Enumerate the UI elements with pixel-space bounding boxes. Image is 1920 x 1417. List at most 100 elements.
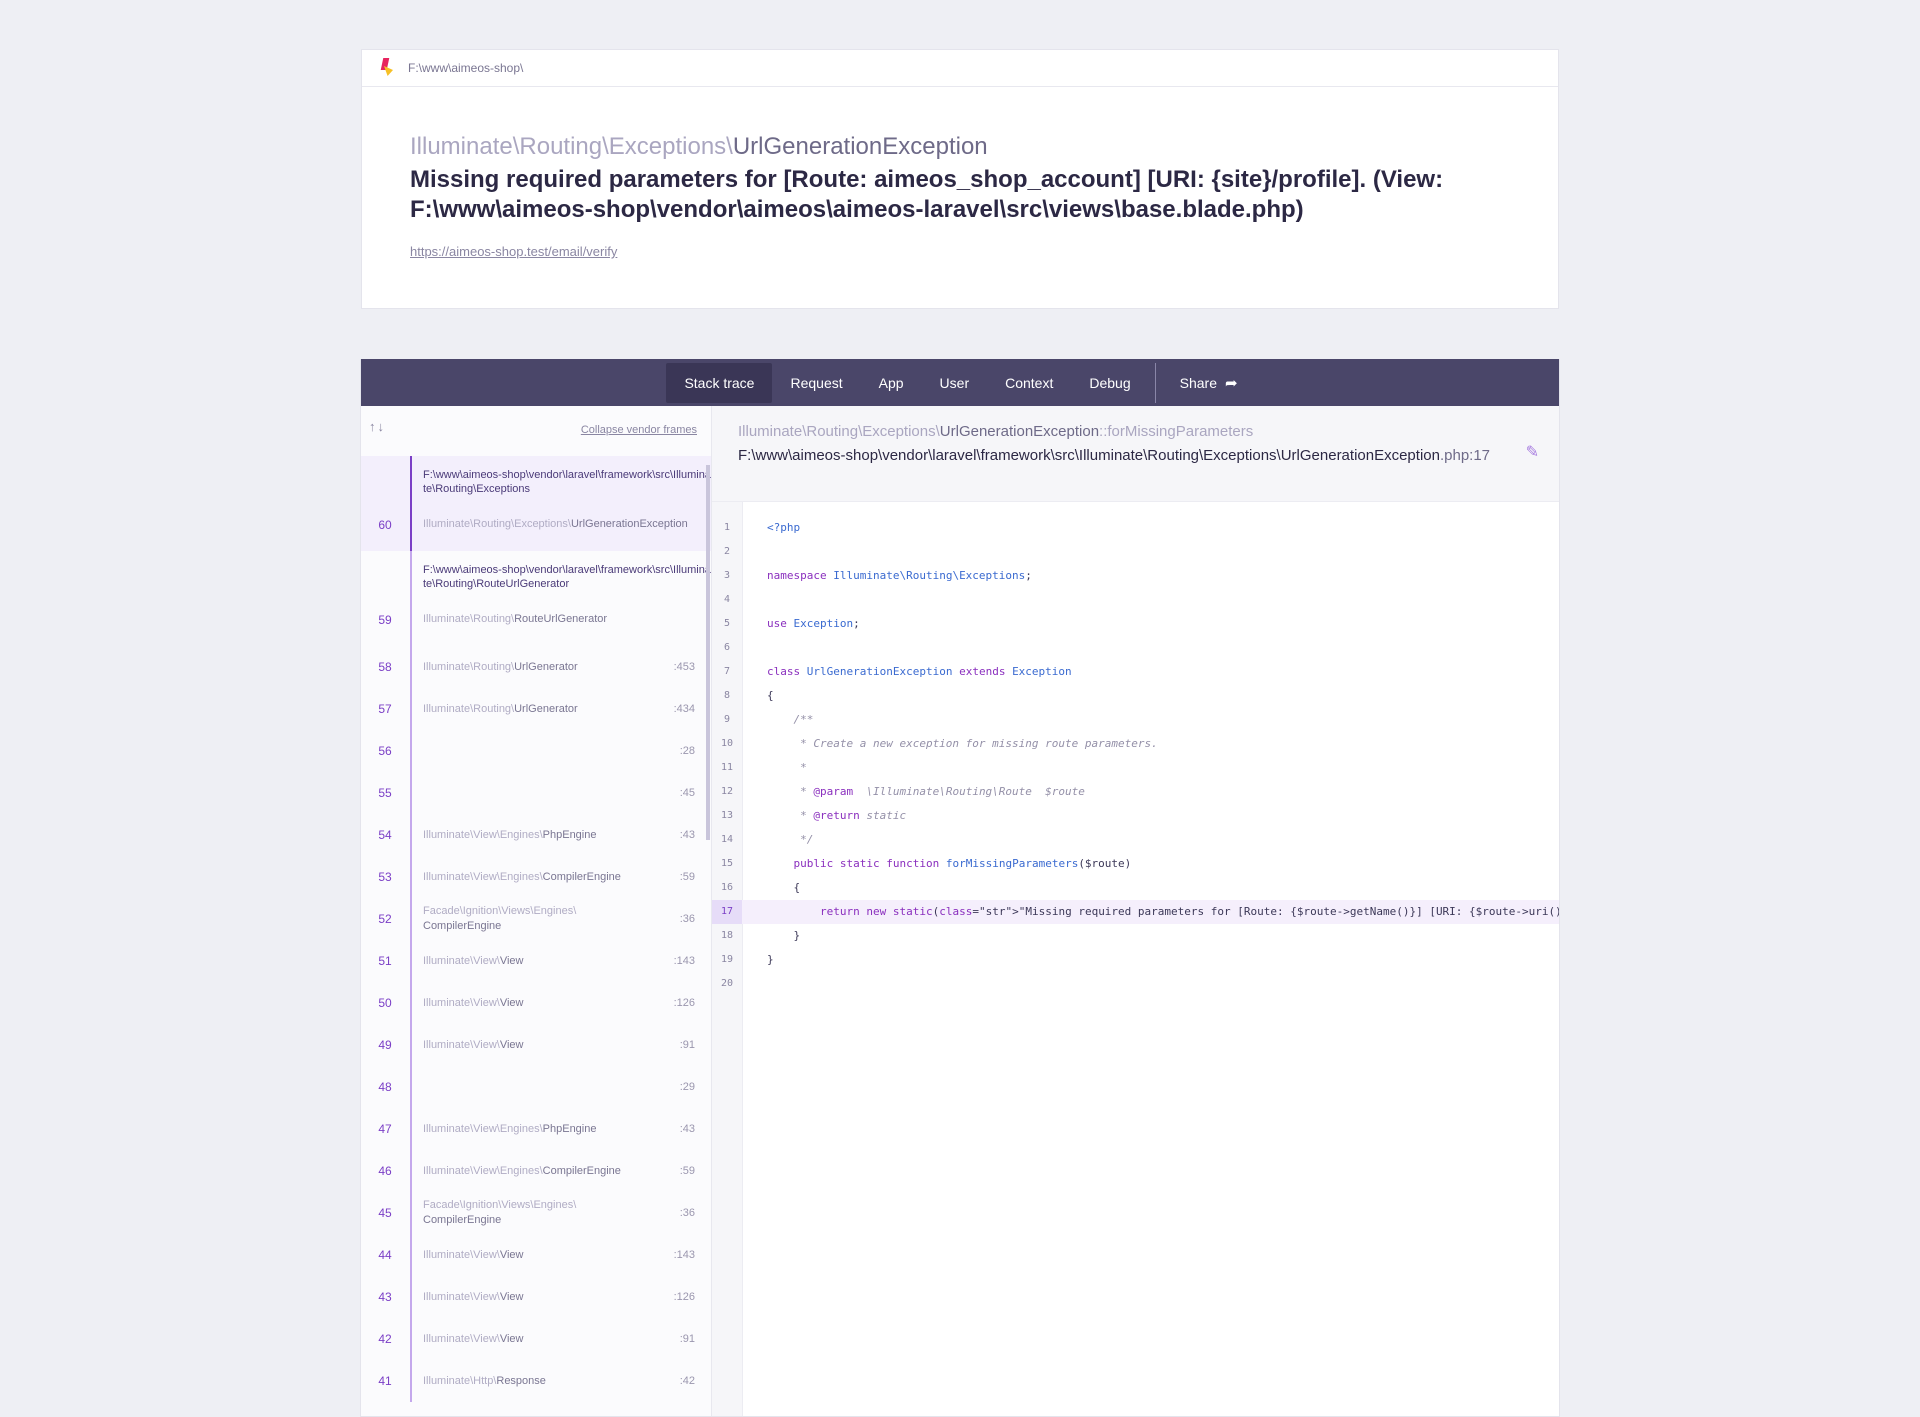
code-line-number[interactable]: 6 xyxy=(712,636,742,660)
frame-navigation-arrows-icon[interactable]: ↑↓ xyxy=(369,419,386,434)
frame-namespace: Illuminate\View\ xyxy=(423,997,500,1009)
code-line-number[interactable]: 5 xyxy=(712,612,742,636)
stack-frame[interactable]: 52 Facade\Ignition\Views\Engines\ Compiler… xyxy=(361,898,711,940)
code-line-number[interactable]: 8 xyxy=(712,684,742,708)
code-line-number[interactable]: 12 xyxy=(712,780,742,804)
frame-line-number: :59 xyxy=(679,871,695,883)
request-url-link[interactable]: https://aimeos-shop.test/email/verify xyxy=(410,244,617,259)
code-text: } xyxy=(767,953,774,966)
stack-frame[interactable]: 57 Illuminate\Routing\UrlGenerator:434 xyxy=(361,688,711,730)
frame-class-name: View xyxy=(499,1291,524,1303)
stack-frame[interactable]: 42 Illuminate\View\View:91 xyxy=(361,1318,711,1360)
code-line-number[interactable]: 3 xyxy=(712,564,742,588)
stack-frame[interactable]: 51 Illuminate\View\View:143 xyxy=(361,940,711,982)
frame-namespace: Illuminate\Http\ xyxy=(423,1375,497,1387)
frame-file-line: .php:17 xyxy=(1439,447,1491,464)
stack-frame[interactable]: 58 Illuminate\Routing\UrlGenerator:453 xyxy=(361,646,711,688)
stack-frame[interactable]: 59 F:\www\aimeos-shop\vendor\laravel\fram… xyxy=(361,551,711,646)
code-line-number[interactable]: 7 xyxy=(712,660,742,684)
frame-line-number: :36 xyxy=(679,913,695,925)
code-line-number[interactable]: 13 xyxy=(712,804,742,828)
code-text: } xyxy=(767,929,801,942)
stack-frame[interactable]: 47 Illuminate\View\Engines\PhpEngine:43 xyxy=(361,1108,711,1150)
tab-stack-trace[interactable]: Stack trace xyxy=(666,362,773,403)
tab-bar: Stack trace Request App User Context Deb… xyxy=(361,359,1559,406)
code-line-number[interactable]: 4 xyxy=(712,588,742,612)
stack-frame[interactable]: 41 Illuminate\Http\Response:42 xyxy=(361,1360,711,1402)
stack-frame[interactable]: 50 Illuminate\View\View:126 xyxy=(361,982,711,1024)
code-line-number[interactable]: 16 xyxy=(712,876,742,900)
frames-scrollbar[interactable] xyxy=(706,465,710,840)
code-line-number[interactable]: 15 xyxy=(712,852,742,876)
code-line-number[interactable]: 18 xyxy=(712,924,742,948)
tab-debug[interactable]: Debug xyxy=(1071,363,1148,403)
frame-class: Illuminate\View\View xyxy=(423,1291,524,1303)
tab-app[interactable]: App xyxy=(861,363,922,403)
code-line: 10 * Create a new exception for missing … xyxy=(712,732,1559,756)
frame-class-name: Response xyxy=(496,1375,546,1387)
frame-indicator-bar xyxy=(410,1276,412,1318)
frame-class: Illuminate\View\View xyxy=(423,1039,524,1051)
stack-frame[interactable]: 56:28 xyxy=(361,730,711,772)
tab-request[interactable]: Request xyxy=(772,363,860,403)
frame-file-path: F:\www\aimeos-shop\vendor\laravel\framew… xyxy=(738,446,1518,466)
code-line-number[interactable]: 10 xyxy=(712,732,742,756)
code-line-number[interactable]: 20 xyxy=(712,972,742,996)
frame-class-name: UrlGenerator xyxy=(514,661,578,673)
frame-namespace: Facade\Ignition\Views\Engines\ xyxy=(423,1199,577,1211)
frame-namespace: Illuminate\View\ xyxy=(423,1333,500,1345)
frame-namespace: Illuminate\View\ xyxy=(423,1249,500,1261)
tab-user[interactable]: User xyxy=(922,363,988,403)
frame-class: Illuminate\View\View xyxy=(423,955,524,967)
stack-frame[interactable]: 45 Facade\Ignition\Views\Engines\ Compiler… xyxy=(361,1192,711,1234)
frame-namespace: Illuminate\View\Engines\ xyxy=(423,1123,543,1135)
code-line: 6 xyxy=(712,636,1559,660)
code-line-number[interactable]: 17 xyxy=(712,900,742,924)
tab-context[interactable]: Context xyxy=(987,363,1071,403)
stack-frame[interactable]: 55:45 xyxy=(361,772,711,814)
frame-indicator-bar xyxy=(410,646,412,688)
code-line: 14 */ xyxy=(712,828,1559,852)
frame-class: UrlGenerationException xyxy=(939,423,1100,440)
stack-frame[interactable]: 48:29 xyxy=(361,1066,711,1108)
stack-frame[interactable]: 49 Illuminate\View\View:91 xyxy=(361,1024,711,1066)
code-line-number[interactable]: 11 xyxy=(712,756,742,780)
stack-frames-panel: ↑↓ Collapse vendor frames 60 F:\www\aimeo… xyxy=(361,406,712,1416)
code-line-number[interactable]: 14 xyxy=(712,828,742,852)
code-text: /** xyxy=(767,713,814,726)
exception-message: Missing required parameters for [Route: … xyxy=(410,166,1444,223)
code-text: * xyxy=(767,761,807,774)
frame-indicator-bar xyxy=(410,1234,412,1276)
code-line-number[interactable]: 19 xyxy=(712,948,742,972)
code-line: 19} xyxy=(712,948,1559,972)
code-line-number[interactable]: 2 xyxy=(712,540,742,564)
frame-detail-header: Illuminate\Routing\Exceptions\UrlGenerat… xyxy=(712,406,1559,502)
frame-number: 57 xyxy=(378,702,392,716)
stack-frame[interactable]: 53 Illuminate\View\Engines\CompilerEngine… xyxy=(361,856,711,898)
frame-line-number: :126 xyxy=(673,1291,695,1303)
frame-class: Illuminate\Http\Response xyxy=(423,1375,546,1387)
stack-frame[interactable]: 46 Illuminate\View\Engines\CompilerEngine… xyxy=(361,1150,711,1192)
stack-frame[interactable]: 44 Illuminate\View\View:143 xyxy=(361,1234,711,1276)
collapse-vendor-frames-link[interactable]: Collapse vendor frames xyxy=(581,424,697,436)
code-line-number[interactable]: 1 xyxy=(712,516,742,540)
code-line: 11 * xyxy=(712,756,1559,780)
frame-indicator-bar xyxy=(410,1066,412,1108)
frame-indicator-bar xyxy=(410,1150,412,1192)
code-line-number[interactable]: 9 xyxy=(712,708,742,732)
frame-indicator-bar xyxy=(410,940,412,982)
share-button[interactable]: Share ➦ xyxy=(1162,363,1256,403)
frame-class-name: CompilerEngine xyxy=(542,1165,621,1177)
frame-class-name: CompilerEngine xyxy=(423,1214,502,1226)
frame-namespace: Illuminate\View\Engines\ xyxy=(423,871,543,883)
stack-frame[interactable]: 43 Illuminate\View\View:126 xyxy=(361,1276,711,1318)
stack-frame[interactable]: 54 Illuminate\View\Engines\PhpEngine:43 xyxy=(361,814,711,856)
stack-frame[interactable]: 60 F:\www\aimeos-shop\vendor\laravel\fram… xyxy=(361,456,711,551)
code-line: 12 * @param \Illuminate\Routing\Route $r… xyxy=(712,780,1559,804)
code-line: 7 class UrlGenerationException extends Ex… xyxy=(712,660,1559,684)
code-text: use Exception; xyxy=(767,617,860,630)
code-line: 8{ xyxy=(712,684,1559,708)
exception-class: Illuminate\Routing\Exceptions\UrlGenerat… xyxy=(410,133,988,161)
frame-class-name: CompilerEngine xyxy=(423,920,502,932)
pencil-icon[interactable]: ✎ xyxy=(1526,442,1539,462)
